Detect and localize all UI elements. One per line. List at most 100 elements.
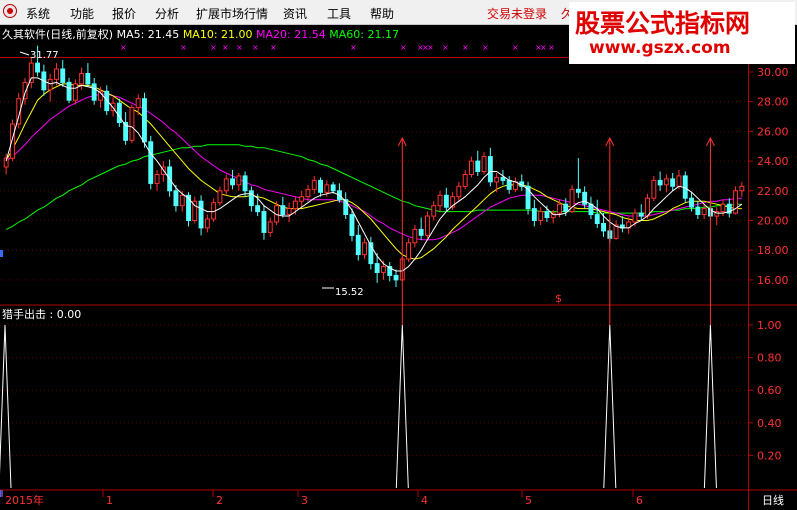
candle-body-down bbox=[393, 274, 399, 281]
candle bbox=[475, 150, 481, 176]
candle bbox=[406, 238, 412, 263]
candle-body-up bbox=[135, 98, 141, 109]
candle bbox=[337, 183, 342, 203]
candle bbox=[506, 175, 512, 194]
candle-body-up bbox=[469, 160, 474, 176]
indicator-spike bbox=[395, 324, 409, 489]
candle bbox=[28, 57, 34, 89]
candle-body-up bbox=[456, 185, 462, 198]
candle bbox=[299, 190, 305, 208]
candle bbox=[726, 198, 732, 218]
chart-area[interactable]: ×××××××××××××××××××××××× 30.0028.0026.00… bbox=[0, 0, 797, 510]
candle bbox=[192, 196, 198, 224]
candle-body-down bbox=[575, 188, 581, 193]
candle-body-up bbox=[324, 184, 330, 193]
ma10-value: MA10: 21.00 bbox=[182, 28, 253, 41]
time-axis-label: 4 bbox=[421, 494, 428, 507]
price-tick-label: 24.00 bbox=[757, 155, 789, 168]
candle bbox=[519, 174, 525, 191]
candle bbox=[469, 156, 474, 178]
candle bbox=[657, 171, 663, 191]
candle bbox=[588, 196, 594, 220]
price-y-axis: 30.00 28.00 26.00 24.00 22.00 20.00 18.00 16.00 bbox=[0, 66, 789, 497]
candle bbox=[739, 181, 745, 197]
indicator-spikes bbox=[0, 324, 717, 489]
candle bbox=[626, 217, 632, 234]
candle-body-down bbox=[601, 223, 606, 232]
candle-body-down bbox=[173, 190, 179, 207]
candle-body-down bbox=[582, 191, 588, 205]
candle-body-down bbox=[186, 194, 192, 222]
candle-body-up bbox=[292, 200, 298, 210]
candle bbox=[47, 73, 53, 102]
candle-body-up bbox=[431, 205, 437, 217]
candle-body-up bbox=[720, 203, 726, 213]
candle-body-down bbox=[670, 178, 676, 187]
candle-body-down bbox=[35, 62, 40, 73]
candle-body-up bbox=[28, 62, 34, 83]
candle bbox=[22, 77, 28, 105]
candle bbox=[148, 135, 154, 190]
candle-body-down bbox=[242, 175, 248, 192]
candle bbox=[305, 184, 311, 202]
candle bbox=[437, 190, 443, 212]
signal-arrow bbox=[605, 136, 615, 325]
indicator-tick-label: 0.40 bbox=[757, 417, 782, 430]
ma5-polyline bbox=[5, 77, 743, 272]
candle bbox=[211, 198, 217, 222]
ma10-line bbox=[5, 83, 742, 260]
candle bbox=[66, 77, 72, 104]
signal-arrows bbox=[397, 136, 715, 325]
candle-body-up bbox=[425, 215, 430, 236]
stock-trading-app: 系统 功能 报价 分析 扩展市场行情 资讯 工具 帮助 交易未登录 久 × × × ×… bbox=[0, 0, 797, 510]
candle bbox=[60, 60, 66, 87]
candle bbox=[594, 199, 600, 228]
indicator-tick-label: 1.00 bbox=[757, 319, 782, 332]
candle-body-up bbox=[538, 211, 544, 222]
candle-body-up bbox=[79, 73, 85, 85]
candle-body-down bbox=[487, 156, 493, 183]
candle bbox=[481, 152, 487, 175]
candle-body-up bbox=[311, 179, 317, 190]
candle bbox=[462, 170, 468, 190]
candle-body-up bbox=[406, 242, 412, 260]
candle-body-down bbox=[248, 190, 254, 207]
price-tick-label: 22.00 bbox=[757, 185, 789, 198]
candle bbox=[393, 269, 399, 288]
candle bbox=[619, 216, 625, 233]
candle-body-up bbox=[54, 68, 59, 80]
candle-body-down bbox=[355, 234, 361, 256]
period-label-group[interactable]: 日线 bbox=[762, 493, 784, 507]
candle-body-up bbox=[663, 178, 669, 186]
ma5-line bbox=[5, 77, 743, 272]
candle-body-down bbox=[255, 205, 261, 213]
candle-body-up bbox=[267, 221, 273, 233]
time-x-axis: 2015年 1 2 3 4 5 6 bbox=[1, 490, 643, 507]
high-price-label: 31.77 bbox=[30, 50, 59, 61]
candle bbox=[198, 195, 204, 236]
indicator-tick-label: 0.60 bbox=[757, 384, 782, 397]
x-marker: × bbox=[236, 43, 243, 52]
stock-name[interactable]: 久其软件(日线,前复权) bbox=[2, 28, 113, 41]
candle bbox=[116, 98, 122, 127]
candle bbox=[242, 171, 248, 197]
candle-body-up bbox=[286, 208, 292, 216]
candle-body-down bbox=[418, 228, 424, 236]
candle-body-up bbox=[305, 188, 311, 198]
candle-body-up bbox=[223, 178, 229, 192]
candle-body-down bbox=[142, 98, 147, 143]
candle bbox=[663, 174, 669, 193]
price-tick-label: 30.00 bbox=[757, 66, 789, 79]
candle-body-up bbox=[557, 203, 562, 214]
candle bbox=[418, 217, 424, 240]
candle-body-up bbox=[412, 228, 418, 244]
ma20-value: MA20: 21.54 bbox=[256, 28, 326, 41]
high-price-arrow bbox=[19, 51, 30, 56]
candle-body-up bbox=[72, 83, 78, 101]
candle-body-up bbox=[632, 212, 638, 223]
x-marker: × bbox=[400, 43, 407, 52]
candle bbox=[91, 77, 97, 105]
candle bbox=[217, 186, 223, 206]
candle bbox=[513, 177, 518, 193]
indicator-title: 猎手出击 : 0.00 bbox=[2, 307, 81, 321]
